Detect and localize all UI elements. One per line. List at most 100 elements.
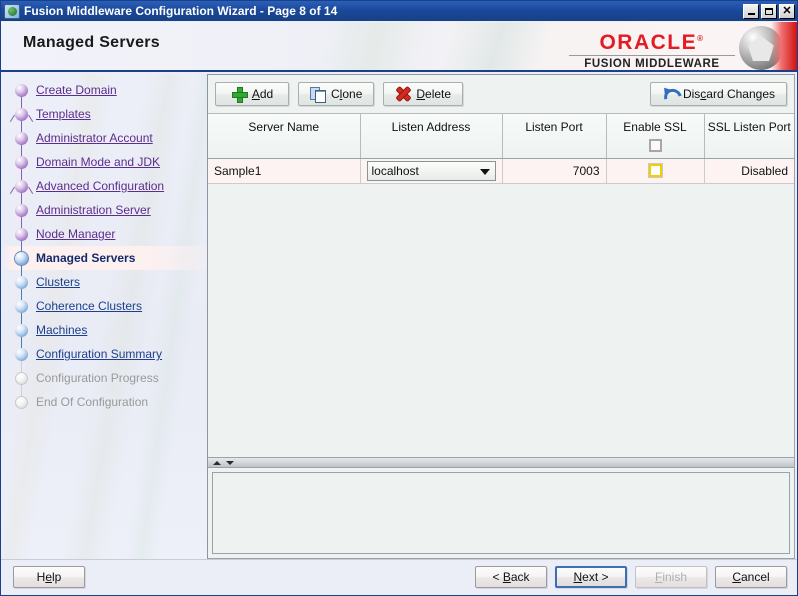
window-title: Fusion Middleware Configuration Wizard -… xyxy=(24,4,338,18)
table-header-row: Server Name Listen Address Listen Port E… xyxy=(208,114,794,159)
finish-button-label: Finish xyxy=(654,570,688,584)
panel-splitter[interactable] xyxy=(208,457,794,468)
add-button[interactable]: Add xyxy=(215,82,289,106)
step-bullet-icon xyxy=(15,155,28,169)
table-body: Sample1 localhost 7003 Disabled xyxy=(208,158,794,184)
cancel-button[interactable]: Cancel xyxy=(715,566,787,588)
window-titlebar: Fusion Middleware Configuration Wizard -… xyxy=(1,1,797,21)
managed-servers-table-container: Server Name Listen Address Listen Port E… xyxy=(208,113,794,457)
delete-x-icon xyxy=(395,86,411,102)
banner-bottom-rule xyxy=(1,70,797,72)
column-header-listen-port[interactable]: Listen Port xyxy=(502,114,607,159)
wizard-step-sidebar: Create Domain Templates Administrator Acco… xyxy=(1,74,207,559)
collapse-up-icon[interactable] xyxy=(213,460,221,465)
clone-button[interactable]: Clone xyxy=(298,82,375,106)
enable-ssl-checkbox[interactable] xyxy=(647,163,663,178)
next-button-label: Next > xyxy=(573,570,609,584)
wizard-nav-buttons: < Back Next > Finish Cancel xyxy=(475,566,787,588)
step-bullet-icon xyxy=(15,83,28,97)
help-button[interactable]: Help xyxy=(13,566,85,588)
maximize-button[interactable] xyxy=(761,3,777,19)
sidebar-item-managed-servers[interactable]: Managed Servers xyxy=(1,234,207,270)
cell-ssl-listen-port: Disabled xyxy=(704,158,794,184)
globe-icon xyxy=(4,3,20,19)
sidebar-item-create-domain[interactable]: Create Domain xyxy=(1,78,207,102)
clone-button-label: Clone xyxy=(331,87,363,101)
sidebar-item-label: Domain Mode and JDK xyxy=(36,155,161,169)
table-toolbar: Add Clone Delete Discard Changes xyxy=(208,75,794,113)
logo-divider xyxy=(569,55,735,56)
sidebar-item-label: Administration Server xyxy=(36,203,151,217)
back-button-label: < Back xyxy=(492,570,530,584)
managed-servers-panel: Add Clone Delete Discard Changes Server … xyxy=(207,74,795,559)
sidebar-item-advanced-configuration[interactable]: Advanced Configuration xyxy=(1,162,207,198)
listen-address-value: localhost xyxy=(371,163,419,178)
step-bullet-icon xyxy=(15,179,28,193)
sidebar-item-clusters[interactable]: Clusters xyxy=(1,258,207,294)
cell-listen-port[interactable]: 7003 xyxy=(502,158,607,184)
details-panel xyxy=(212,472,790,554)
table-row[interactable]: Sample1 localhost 7003 Disabled xyxy=(208,158,794,184)
column-header-server-name[interactable]: Server Name xyxy=(208,114,361,159)
sidebar-item-node-manager[interactable]: Node Manager xyxy=(1,210,207,246)
sidebar-item-label: Clusters xyxy=(36,275,81,289)
column-header-enable-ssl[interactable]: Enable SSL xyxy=(606,114,705,159)
add-button-label: Add xyxy=(251,87,274,101)
step-bullet-icon xyxy=(15,275,28,289)
sidebar-item-configuration-progress: Configuration Progress xyxy=(1,354,207,390)
discard-changes-label: Discard Changes xyxy=(682,87,775,101)
step-bullet-icon xyxy=(15,251,28,265)
sidebar-item-label: Coherence Clusters xyxy=(36,299,143,313)
step-bullet-icon xyxy=(15,299,28,313)
sidebar-item-templates[interactable]: Templates xyxy=(1,90,207,126)
column-header-listen-address[interactable]: Listen Address xyxy=(360,114,503,159)
oracle-wordmark: ORACLE® xyxy=(599,31,705,54)
copy-icon xyxy=(310,86,326,103)
sidebar-item-machines[interactable]: Machines xyxy=(1,306,207,342)
step-bullet-icon xyxy=(15,323,28,337)
sidebar-item-coherence-clusters[interactable]: Coherence Clusters xyxy=(1,282,207,318)
wizard-step-list: Create Domain Templates Administrator Acco… xyxy=(1,74,207,414)
sidebar-item-configuration-summary[interactable]: Configuration Summary xyxy=(1,330,207,366)
delete-button[interactable]: Delete xyxy=(383,82,464,106)
sidebar-item-end-of-configuration: End Of Configuration xyxy=(1,378,207,414)
managed-servers-table: Server Name Listen Address Listen Port E… xyxy=(208,114,794,184)
chevron-down-icon[interactable] xyxy=(479,168,490,175)
page-title: Managed Servers xyxy=(23,34,161,51)
cell-enable-ssl[interactable] xyxy=(606,158,705,184)
sidebar-item-label: Configuration Progress xyxy=(36,371,159,385)
sidebar-item-label: Templates xyxy=(36,107,91,121)
finish-button: Finish xyxy=(635,566,707,588)
next-button[interactable]: Next > xyxy=(555,566,627,588)
back-button[interactable]: < Back xyxy=(475,566,547,588)
sidebar-item-label: Create Domain xyxy=(36,83,117,97)
step-bullet-icon xyxy=(15,131,28,145)
banner-red-accent xyxy=(771,22,797,72)
wizard-footer: Help < Back Next > Finish Cancel xyxy=(1,559,797,595)
plus-icon xyxy=(231,86,248,103)
cell-listen-address[interactable]: localhost xyxy=(360,158,503,184)
config-wizard-window: Fusion Middleware Configuration Wizard -… xyxy=(0,0,798,596)
cell-server-name[interactable]: Sample1 xyxy=(208,158,361,184)
sidebar-item-domain-mode-and-jdk[interactable]: Domain Mode and JDK xyxy=(1,138,207,174)
close-icon: ✕ xyxy=(782,4,792,17)
minimize-button[interactable] xyxy=(743,3,759,19)
step-bullet-icon xyxy=(15,371,28,385)
step-bullet-icon xyxy=(15,227,28,241)
window-controls: ✕ xyxy=(743,3,795,19)
column-header-ssl-listen-port[interactable]: SSL Listen Port xyxy=(704,114,794,159)
close-button[interactable]: ✕ xyxy=(779,3,795,19)
column-header-enable-ssl-label: Enable SSL xyxy=(623,120,687,134)
undo-icon xyxy=(662,86,678,102)
step-bullet-icon xyxy=(15,203,28,217)
sidebar-item-label: Managed Servers xyxy=(36,251,136,265)
sidebar-item-administrator-account[interactable]: Administrator Account xyxy=(1,114,207,150)
discard-changes-button[interactable]: Discard Changes xyxy=(649,82,787,106)
collapse-down-icon[interactable] xyxy=(226,460,234,465)
listen-address-dropdown[interactable]: localhost xyxy=(366,160,496,181)
sidebar-item-label: Advanced Configuration xyxy=(36,179,165,193)
step-bullet-icon xyxy=(15,107,28,121)
enable-ssl-header-checkbox[interactable] xyxy=(648,139,662,152)
sidebar-item-administration-server[interactable]: Administration Server xyxy=(1,186,207,222)
help-button-label: Help xyxy=(36,570,62,584)
